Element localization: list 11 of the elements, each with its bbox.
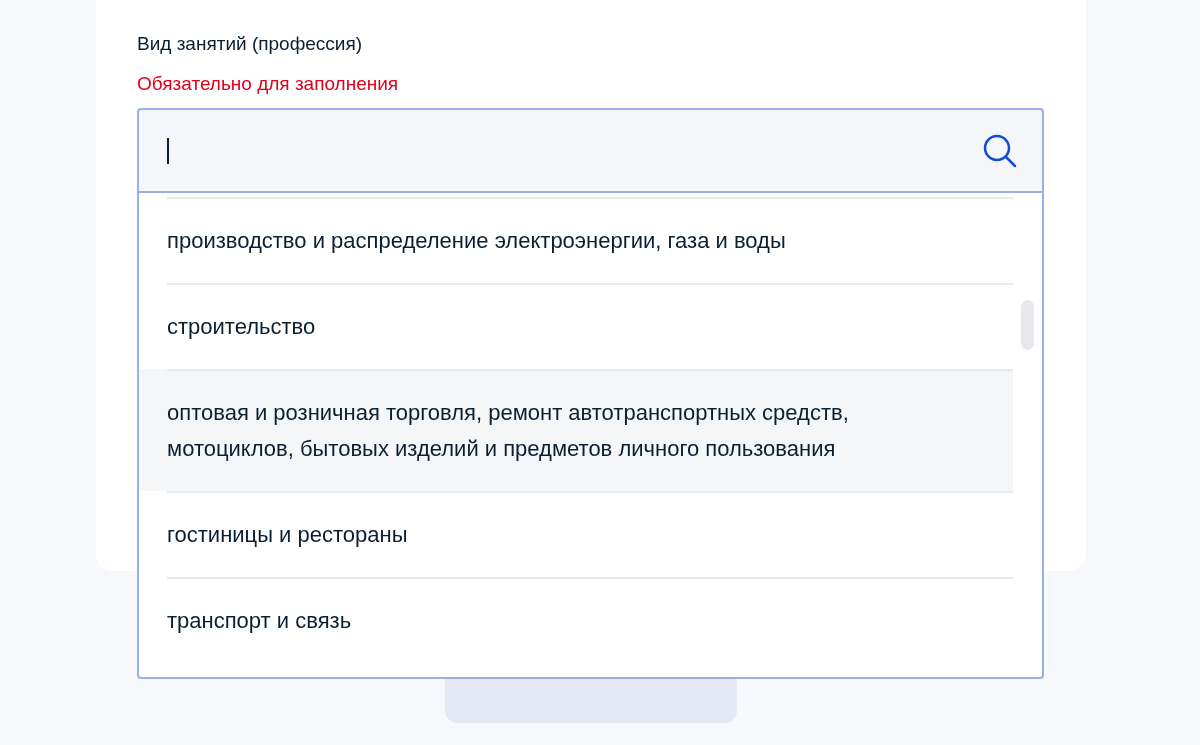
dropdown-option[interactable]: транспорт и связь xyxy=(139,577,1013,663)
dropdown-option[interactable]: строительство xyxy=(139,283,1013,369)
dropdown-option[interactable]: гостиницы и рестораны xyxy=(139,491,1013,577)
search-field[interactable] xyxy=(137,108,1044,193)
scrollbar-thumb[interactable] xyxy=(1021,300,1034,350)
dropdown-option[interactable]: оптовая и розничная торговля, ремонт автотранспортных средств, мотоциклов, бытовых изделий и предметов личного пользования xyxy=(139,369,1013,491)
dropdown-option[interactable]: производство и распределение электроэнергии, газа и воды xyxy=(139,197,1013,283)
field-label: Вид занятий (профессия) xyxy=(137,32,364,56)
error-message: Обязательно для заполнения xyxy=(137,72,400,96)
text-cursor xyxy=(167,137,169,164)
search-icon[interactable] xyxy=(982,132,1018,169)
